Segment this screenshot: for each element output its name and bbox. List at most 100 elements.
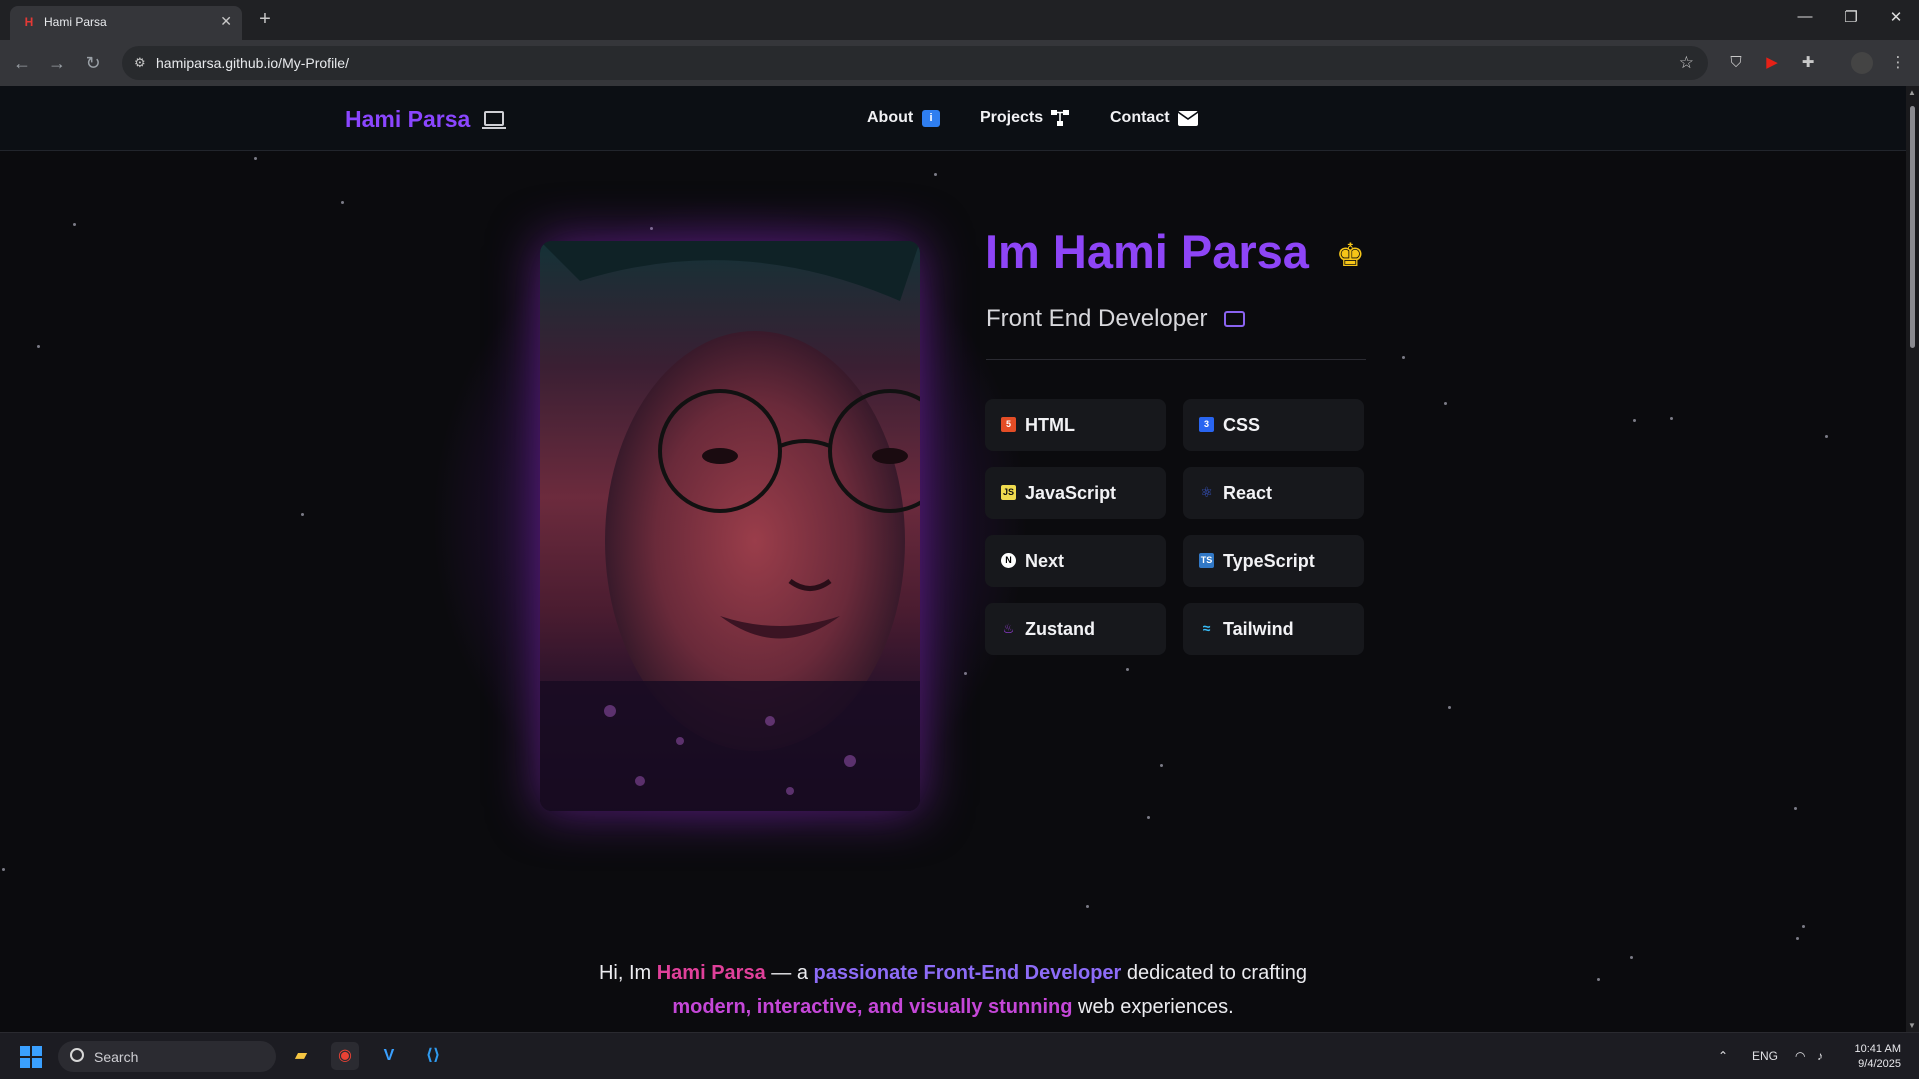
browser-tab[interactable]: H Hami Parsa ✕ — [10, 6, 242, 40]
nav-projects[interactable]: Projects — [980, 109, 1043, 127]
star-particle — [1796, 937, 1799, 940]
skill-label: TypeScript — [1223, 551, 1315, 571]
chrome-icon[interactable]: ◉ — [331, 1042, 359, 1070]
clock-time: 10:41 AM — [1854, 1043, 1901, 1055]
browser-chrome: H Hami Parsa ✕ + — ❐ ✕ ← → ↻ ⚙ hamiparsa… — [0, 0, 1919, 86]
star-particle — [1448, 706, 1451, 709]
bookmark-star-icon[interactable]: ☆ — [1679, 53, 1694, 73]
language-indicator[interactable]: ENG — [1752, 1049, 1778, 1063]
shield-extension-icon[interactable]: ⛉ — [1725, 52, 1747, 74]
taskbar-clock[interactable]: 10:41 AM 9/4/2025 — [1855, 1042, 1901, 1072]
envelope-icon — [1178, 111, 1198, 126]
close-tab-icon[interactable]: ✕ — [220, 13, 232, 30]
react-icon: ⚛ — [1200, 484, 1213, 500]
intro-name: Hami Parsa — [656, 962, 766, 984]
site-brand[interactable]: Hami Parsa — [345, 106, 470, 133]
star-particle — [341, 201, 344, 204]
intro-role: passionate Front-End Developer — [813, 962, 1122, 984]
laptop-code-icon — [1224, 311, 1245, 327]
extensions-puzzle-icon[interactable]: ✚ — [1797, 52, 1819, 74]
nav-about[interactable]: About — [867, 109, 913, 127]
star-particle — [1670, 417, 1673, 420]
back-icon[interactable]: ← — [10, 51, 34, 75]
intro-highlight: modern, interactive, and visually stunni… — [672, 996, 1073, 1018]
js-icon: JS — [1001, 485, 1016, 500]
star-particle — [301, 513, 304, 516]
new-tab-button[interactable]: + — [254, 8, 276, 31]
reload-icon[interactable]: ↻ — [81, 51, 105, 75]
star-particle — [934, 173, 937, 176]
profile-photo — [540, 241, 920, 811]
star-particle — [1633, 419, 1636, 422]
css3-icon: 3 — [1199, 417, 1214, 432]
hero-subtitle: Front End Developer — [986, 305, 1208, 332]
skill-card-css: 3 CSS — [1183, 399, 1364, 451]
app-v-icon[interactable]: V — [375, 1042, 403, 1070]
tray-chevron-icon[interactable]: ⌃ — [1718, 1049, 1728, 1063]
page-scrollbar[interactable]: ▲ ▼ — [1906, 86, 1919, 1032]
file-explorer-icon[interactable]: ▰ — [287, 1042, 315, 1070]
profile-avatar[interactable] — [1851, 52, 1873, 74]
intro-text: — a — [765, 962, 814, 984]
clock-date: 9/4/2025 — [1858, 1058, 1901, 1070]
youtube-extension-icon[interactable]: ▶ — [1761, 52, 1783, 74]
skill-card-react: ⚛ React — [1183, 467, 1364, 519]
intro-text: web experiences. — [1072, 996, 1234, 1018]
intro-text: Hi, Im — [598, 962, 657, 984]
scroll-down-icon[interactable]: ▼ — [1908, 1021, 1916, 1030]
menu-dots-icon[interactable]: ⋮ — [1887, 52, 1909, 74]
star-particle — [1160, 764, 1163, 767]
skill-card-next: N Next — [985, 535, 1166, 587]
scroll-up-icon[interactable]: ▲ — [1908, 88, 1916, 97]
wifi-icon[interactable]: ◠ — [1795, 1049, 1805, 1063]
star-particle — [1825, 435, 1828, 438]
nav-contact[interactable]: Contact — [1110, 109, 1170, 127]
forward-icon[interactable]: → — [45, 51, 69, 75]
windows-start-icon[interactable] — [20, 1046, 42, 1068]
divider — [986, 359, 1366, 360]
star-particle — [1086, 905, 1089, 908]
star-particle — [254, 157, 257, 160]
address-bar[interactable]: ⚙ hamiparsa.github.io/My-Profile/ ☆ — [122, 46, 1708, 80]
window-close-icon[interactable]: ✕ — [1881, 8, 1911, 26]
zustand-icon: ♨ — [1002, 621, 1015, 636]
star-particle — [1402, 356, 1405, 359]
search-label: Search — [94, 1049, 139, 1065]
minimize-icon[interactable]: — — [1790, 8, 1820, 25]
taskbar-search[interactable]: Search — [58, 1041, 276, 1072]
search-icon — [70, 1048, 84, 1062]
tailwind-icon: ≈ — [1202, 620, 1211, 636]
skill-label: React — [1223, 483, 1273, 503]
scroll-thumb[interactable] — [1910, 106, 1915, 348]
skill-card-html: 5 HTML — [985, 399, 1166, 451]
intro-text: dedicated to crafting — [1121, 962, 1308, 984]
star-particle — [2, 868, 5, 871]
volume-icon[interactable]: ♪ — [1817, 1049, 1823, 1063]
star-particle — [37, 345, 40, 348]
skill-label: Next — [1025, 551, 1065, 571]
site-info-icon[interactable]: ⚙ — [134, 55, 150, 71]
skill-label: HTML — [1025, 415, 1075, 435]
tab-strip: H Hami Parsa ✕ + — ❐ ✕ — [0, 0, 1919, 40]
skill-card-tailwind: ≈ Tailwind — [1183, 603, 1364, 655]
site-navbar: Hami Parsa About i Projects Contact — [0, 86, 1906, 151]
windows-taskbar: Search ▰ ◉ V ⟨⟩ ⌃ ENG ◠ ♪ 10:41 AM 9/4/2… — [0, 1032, 1919, 1079]
star-particle — [1802, 925, 1805, 928]
skill-label: CSS — [1223, 415, 1261, 435]
star-particle — [1794, 807, 1797, 810]
skill-label: Tailwind — [1223, 619, 1294, 639]
skill-card-typescript: TS TypeScript — [1183, 535, 1364, 587]
url-text[interactable]: hamiparsa.github.io/My-Profile/ — [156, 55, 349, 71]
next-icon: N — [1001, 553, 1016, 568]
html5-icon: 5 — [1001, 417, 1016, 432]
info-icon: i — [922, 110, 940, 127]
skill-label: Zustand — [1025, 619, 1095, 639]
skill-card-zustand: ♨ Zustand — [985, 603, 1166, 655]
star-particle — [1444, 402, 1447, 405]
web-page: Hami Parsa About i Projects Contact Im H… — [0, 86, 1906, 1032]
vscode-icon[interactable]: ⟨⟩ — [419, 1042, 447, 1070]
restore-icon[interactable]: ❐ — [1836, 8, 1866, 26]
star-particle — [73, 223, 76, 226]
favicon-icon: H — [24, 15, 34, 29]
star-particle — [1147, 816, 1150, 819]
